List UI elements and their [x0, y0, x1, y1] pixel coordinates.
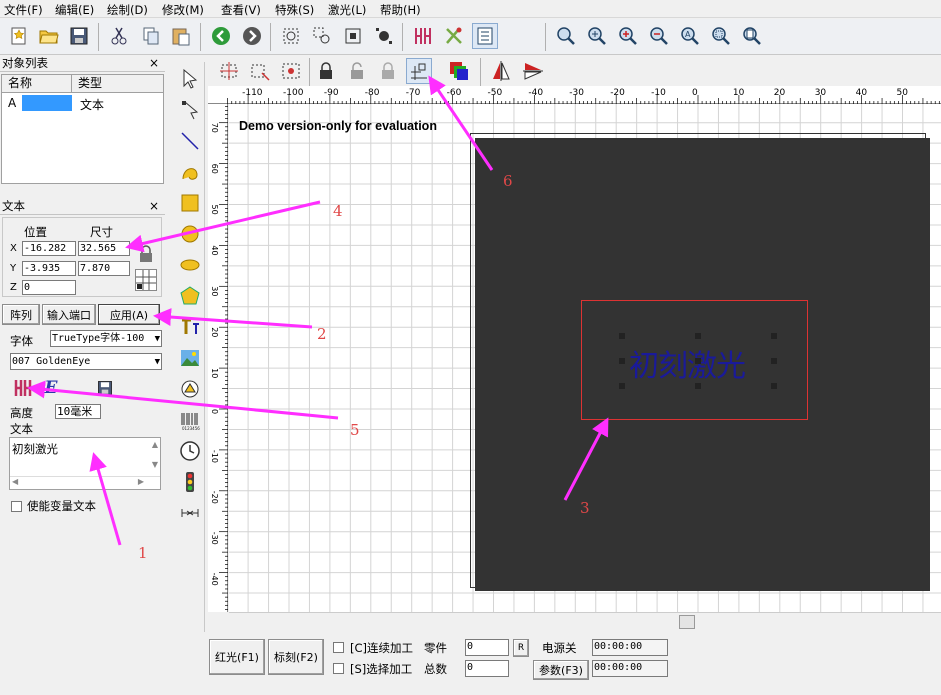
annotation-4: 4: [333, 202, 343, 220]
annotation-6: 6: [503, 172, 513, 190]
annotation-arrow-2: [153, 308, 313, 329]
annotation-1: 1: [138, 544, 148, 562]
annotation-5: 5: [350, 421, 360, 439]
annotation-2: 2: [317, 325, 327, 343]
annotation-arrow-1: [89, 452, 122, 546]
annotation-arrow-4: [125, 200, 321, 253]
annotation-arrow-5: [27, 380, 339, 420]
annotation-overlay: [27, 75, 609, 546]
annotation-3: 3: [580, 499, 590, 517]
annotation-arrow-6: [428, 75, 494, 171]
annotation-arrow-3: [563, 417, 609, 501]
